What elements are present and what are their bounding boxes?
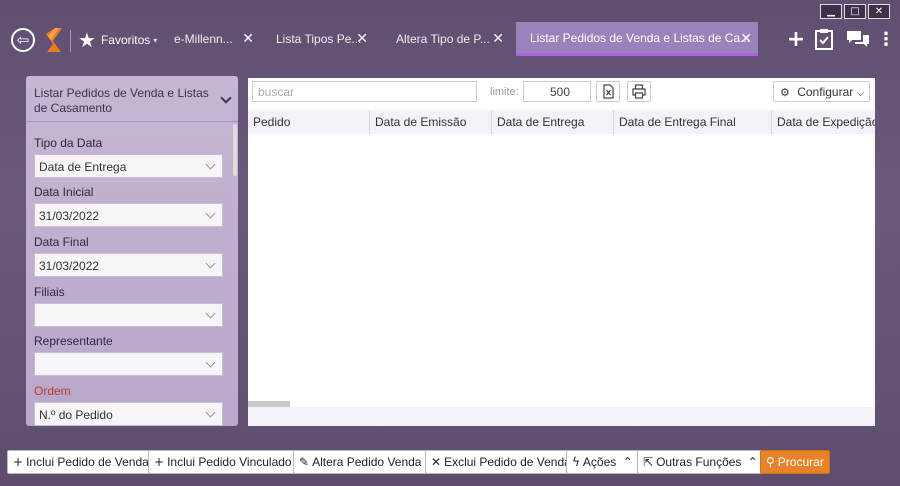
tab-label: Listar Pedidos de Venda e Listas de Ca..… bbox=[530, 30, 751, 45]
back-arrow-icon[interactable]: ⇦ bbox=[11, 28, 35, 52]
print-button[interactable] bbox=[627, 81, 651, 102]
lightning-icon: ϟ bbox=[572, 455, 580, 469]
close-window-button[interactable]: ✕ bbox=[868, 4, 890, 19]
filter-panel: Listar Pedidos de Venda e Listas de Casa… bbox=[26, 76, 238, 426]
procurar-button[interactable]: ⚲ Procurar bbox=[760, 450, 830, 474]
inclui-pedido-button[interactable]: + Inclui Pedido de Venda bbox=[7, 450, 155, 474]
filter-scrollbar[interactable] bbox=[233, 124, 237, 176]
plus-icon: + bbox=[13, 455, 24, 469]
data-inicial-select[interactable]: 31/03/2022 bbox=[34, 203, 223, 227]
limit-input[interactable]: 500 bbox=[523, 81, 591, 102]
procurar-label: Procurar bbox=[777, 455, 824, 469]
data-inicial-label: Data Inicial bbox=[34, 185, 94, 199]
column-header-data-expedicao[interactable]: Data de Expedição bbox=[771, 110, 875, 134]
filter-panel-header[interactable]: Listar Pedidos de Venda e Listas de Casa… bbox=[26, 76, 238, 122]
tab-listar-pedidos[interactable]: Listar Pedidos de Venda e Listas de Ca..… bbox=[516, 22, 758, 56]
configure-button[interactable]: ⚙ Configurar ⌵ bbox=[773, 81, 870, 102]
filiais-select[interactable] bbox=[34, 303, 223, 327]
favorites-menu[interactable]: ★ Favoritos ▾ bbox=[78, 28, 157, 52]
column-header-data-entrega-final[interactable]: Data de Entrega Final bbox=[613, 110, 771, 134]
tab-label: Altera Tipo de P... bbox=[396, 32, 490, 46]
filter-panel-title: Listar Pedidos de Venda e Listas de Casa… bbox=[34, 86, 209, 115]
external-link-icon: ⇱ bbox=[643, 455, 654, 469]
app-logo-icon bbox=[46, 28, 62, 52]
data-final-label: Data Final bbox=[34, 235, 89, 249]
chevron-down-icon bbox=[205, 258, 216, 269]
tab-altera-tipo[interactable]: Altera Tipo de P... ✕ bbox=[382, 22, 510, 56]
close-tab-icon[interactable]: ✕ bbox=[356, 31, 368, 47]
representante-select[interactable] bbox=[34, 352, 223, 376]
inclui-pedido-label: Inclui Pedido de Venda bbox=[26, 455, 149, 469]
top-right-tools: + ⋮ bbox=[784, 22, 900, 56]
chevron-up-icon: ⌃ bbox=[622, 455, 633, 469]
tipo-data-label: Tipo da Data bbox=[34, 136, 103, 150]
window-controls: ▁ □ ✕ bbox=[820, 4, 890, 19]
column-header-data-entrega[interactable]: Data de Entrega bbox=[491, 110, 613, 134]
close-tab-icon[interactable]: ✕ bbox=[492, 31, 504, 47]
filiais-label: Filiais bbox=[34, 285, 65, 299]
chevron-down-icon bbox=[205, 208, 216, 219]
excel-file-icon bbox=[603, 84, 614, 99]
tab-label: Lista Tipos Pe... bbox=[276, 32, 362, 46]
chevron-down-icon: ⌵ bbox=[856, 88, 865, 99]
table-footer bbox=[248, 407, 875, 426]
tipo-data-select[interactable]: Data de Entrega bbox=[34, 154, 223, 178]
results-panel: buscar limite: 500 ⚙ Configurar ⌵ Pedido… bbox=[248, 78, 875, 426]
printer-icon bbox=[632, 84, 646, 99]
tipo-data-value: Data de Entrega bbox=[39, 160, 127, 174]
acoes-button[interactable]: ϟ Ações ⌃ bbox=[566, 450, 642, 474]
chevron-down-icon bbox=[205, 407, 216, 418]
tab-label: e-Millenn... bbox=[174, 32, 233, 46]
inclui-vinculado-label: Inclui Pedido Vinculado bbox=[167, 455, 292, 469]
ordem-label: Ordem bbox=[34, 384, 71, 398]
search-icon: ⚲ bbox=[766, 455, 775, 469]
data-final-value: 31/03/2022 bbox=[39, 259, 100, 273]
chevron-down-icon bbox=[205, 357, 216, 368]
chevron-down-icon bbox=[205, 308, 216, 319]
plus-icon: + bbox=[154, 455, 165, 469]
chat-icon[interactable] bbox=[846, 29, 870, 49]
outras-funcoes-button[interactable]: ⇱ Outras Funções ⌃ bbox=[637, 450, 767, 474]
tab-lista-tipos[interactable]: Lista Tipos Pe... ✕ bbox=[262, 22, 374, 56]
tab-e-millennium[interactable]: e-Millenn... ✕ bbox=[160, 22, 260, 56]
limit-label: limite: bbox=[490, 86, 519, 98]
nav-separator bbox=[70, 30, 71, 52]
action-bar: + Inclui Pedido de Venda + Inclui Pedido V… bbox=[0, 444, 900, 486]
altera-pedido-label: Altera Pedido Venda bbox=[312, 455, 422, 469]
more-vertical-icon[interactable]: ⋮ bbox=[876, 29, 896, 50]
close-icon: ✕ bbox=[431, 455, 442, 469]
plus-icon[interactable]: + bbox=[784, 27, 808, 52]
ordem-select[interactable]: N.º do Pedido bbox=[34, 402, 223, 426]
gear-icon: ⚙ bbox=[780, 86, 790, 99]
chevron-up-icon: ⌃ bbox=[747, 455, 758, 469]
star-icon: ★ bbox=[78, 28, 96, 52]
data-inicial-value: 31/03/2022 bbox=[39, 209, 100, 223]
search-input[interactable]: buscar bbox=[252, 81, 477, 102]
outras-funcoes-label: Outras Funções bbox=[656, 455, 742, 469]
export-excel-button[interactable] bbox=[596, 81, 620, 102]
column-header-data-emissao[interactable]: Data de Emissão bbox=[369, 110, 491, 134]
favorites-label: Favoritos bbox=[100, 33, 151, 47]
representante-label: Representante bbox=[34, 334, 113, 348]
chevron-down-icon[interactable] bbox=[220, 92, 232, 104]
inclui-vinculado-button[interactable]: + Inclui Pedido Vinculado bbox=[148, 450, 298, 474]
data-final-select[interactable]: 31/03/2022 bbox=[34, 253, 223, 277]
edit-icon: ✎ bbox=[299, 455, 310, 469]
ordem-value: N.º do Pedido bbox=[39, 408, 113, 422]
minimize-button[interactable]: ▁ bbox=[820, 4, 842, 19]
acoes-label: Ações bbox=[582, 455, 617, 469]
column-header-pedido[interactable]: Pedido bbox=[248, 110, 369, 134]
chevron-down-icon: ▾ bbox=[153, 35, 158, 45]
close-tab-icon[interactable]: ✕ bbox=[740, 31, 752, 47]
top-navigation: ⇦ ★ Favoritos ▾ e-Millenn... ✕ Lista Tip… bbox=[0, 22, 900, 58]
maximize-button[interactable]: □ bbox=[844, 4, 866, 19]
chevron-down-icon bbox=[205, 159, 216, 170]
table-header: Pedido Data de Emissão Data de Entrega D… bbox=[248, 110, 875, 134]
altera-pedido-button[interactable]: ✎ Altera Pedido Venda bbox=[293, 450, 428, 474]
exclui-pedido-label: Exclui Pedido de Venda bbox=[444, 455, 571, 469]
exclui-pedido-button[interactable]: ✕ Exclui Pedido de Venda bbox=[425, 450, 577, 474]
clipboard-check-icon[interactable] bbox=[814, 28, 834, 50]
close-tab-icon[interactable]: ✕ bbox=[242, 31, 254, 47]
configure-label: Configurar bbox=[797, 85, 854, 99]
